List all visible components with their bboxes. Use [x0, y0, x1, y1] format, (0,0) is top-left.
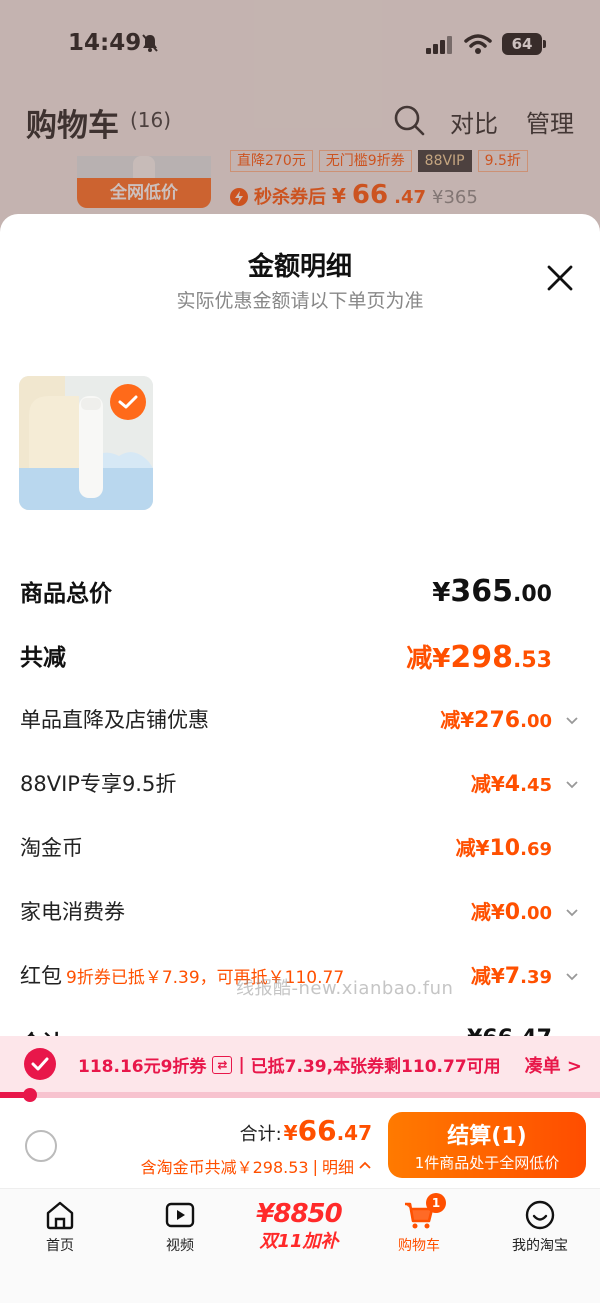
- row-value: 减¥ 7.39: [470, 964, 552, 989]
- tab-video[interactable]: 视频: [125, 1199, 235, 1255]
- tab-label: 首页: [46, 1238, 74, 1254]
- row-value: ¥365.00: [432, 574, 552, 609]
- video-icon: [165, 1202, 195, 1228]
- row-value: 减¥ 4.45: [470, 772, 552, 797]
- chevron-down-icon[interactable]: [564, 712, 580, 728]
- row-label: 家电消费券: [20, 900, 125, 924]
- row-vip-discount[interactable]: 88VIP专享9.5折 减¥ 4.45: [20, 768, 580, 808]
- tab-label: 购物车: [398, 1238, 440, 1254]
- select-all-radio[interactable]: [25, 1130, 57, 1162]
- cart-badge: 1: [426, 1193, 446, 1213]
- tab-cart[interactable]: 1 购物车: [364, 1193, 474, 1255]
- row-label: 商品总价: [20, 581, 112, 607]
- row-label: 淘金币: [20, 836, 83, 860]
- modal-overlay[interactable]: [0, 0, 600, 240]
- chevron-up-icon[interactable]: [358, 1159, 372, 1173]
- row-total-price: 商品总价 ¥365.00: [20, 574, 580, 614]
- discount-summary[interactable]: 含淘金币共减￥298.53 | 明细: [141, 1154, 372, 1178]
- coupon-check-icon[interactable]: [24, 1048, 56, 1080]
- sheet-title: 金额明细: [247, 252, 352, 282]
- tab-label: 我的淘宝: [512, 1238, 568, 1254]
- total-label: 合计:: [239, 1124, 282, 1145]
- home-icon: [46, 1201, 74, 1230]
- row-label: 单品直降及店铺优惠: [20, 708, 209, 732]
- coupon-amount: 118.16元9折券: [78, 1057, 207, 1077]
- checkout-button[interactable]: 结算(1) 1件商品处于全网低价: [388, 1112, 586, 1178]
- chevron-down-icon[interactable]: [564, 776, 580, 792]
- discount-text: 含淘金币共减￥298.53: [140, 1158, 309, 1177]
- chevron-down-icon[interactable]: [564, 968, 580, 984]
- row-value: 减¥ 276.00: [440, 708, 552, 733]
- coupon-text: 118.16元9折券 ⇄ | 已抵7.39,本张券剩110.77可用: [78, 1052, 501, 1078]
- row-label: 88VIP专享9.5折: [20, 772, 177, 796]
- tab-label: 视频: [166, 1238, 194, 1254]
- detail-link[interactable]: 明细: [322, 1154, 354, 1178]
- add-items-link[interactable]: 凑单 >: [525, 1052, 582, 1078]
- checkout-subtext: 1件商品处于全网低价: [414, 1154, 560, 1172]
- tab-home[interactable]: 首页: [5, 1199, 115, 1255]
- coupon-progress-track: [0, 1088, 600, 1102]
- row-value: 减¥ 298.53: [406, 640, 552, 675]
- promo-label: 双11加补: [259, 1231, 339, 1252]
- chevron-down-icon[interactable]: [564, 904, 580, 920]
- selected-check-icon[interactable]: [110, 384, 146, 420]
- promo-amount: ¥8850: [256, 1199, 342, 1229]
- bottom-tab-bar: 首页 视频 ¥8850 双11加补 1 购物车 我的淘宝: [0, 1188, 600, 1303]
- row-value: 减¥ 10.69: [455, 836, 552, 861]
- swap-icon[interactable]: ⇄: [212, 1055, 233, 1074]
- row-label: 共减: [20, 645, 66, 671]
- checkout-label: 结算(1): [447, 1124, 527, 1149]
- smile-icon: [525, 1200, 555, 1230]
- sheet-subtitle: 实际优惠金额请以下单页为准: [176, 290, 424, 312]
- coupon-remaining: 已抵7.39,本张券剩110.77可用: [250, 1057, 501, 1077]
- row-value: 减¥ 0.00: [470, 900, 552, 925]
- total-price: 合计: ¥ 66 .47: [239, 1114, 372, 1147]
- row-coins: 淘金币 减¥ 10.69: [20, 832, 580, 872]
- coupon-progress-knob: [23, 1088, 37, 1102]
- close-icon[interactable]: [544, 262, 576, 294]
- divider: |: [238, 1054, 245, 1075]
- coupon-bar[interactable]: 118.16元9折券 ⇄ | 已抵7.39,本张券剩110.77可用 凑单 >: [0, 1036, 600, 1092]
- row-appliance-voucher[interactable]: 家电消费券 减¥ 0.00: [20, 896, 580, 936]
- watermark-text: 线报酷-new.xianbao.fun: [236, 978, 454, 999]
- tab-promo[interactable]: ¥8850 双11加补: [244, 1199, 354, 1253]
- amount-detail-sheet: 金额明细 实际优惠金额请以下单页为准 商品总价 ¥365.00 共减 减¥ 298…: [0, 214, 600, 1303]
- tab-mine[interactable]: 我的淘宝: [485, 1199, 595, 1255]
- row-total-discount: 共减 减¥ 298.53: [20, 638, 580, 678]
- divider: |: [312, 1156, 318, 1176]
- row-store-discount[interactable]: 单品直降及店铺优惠 减¥ 276.00: [20, 704, 580, 744]
